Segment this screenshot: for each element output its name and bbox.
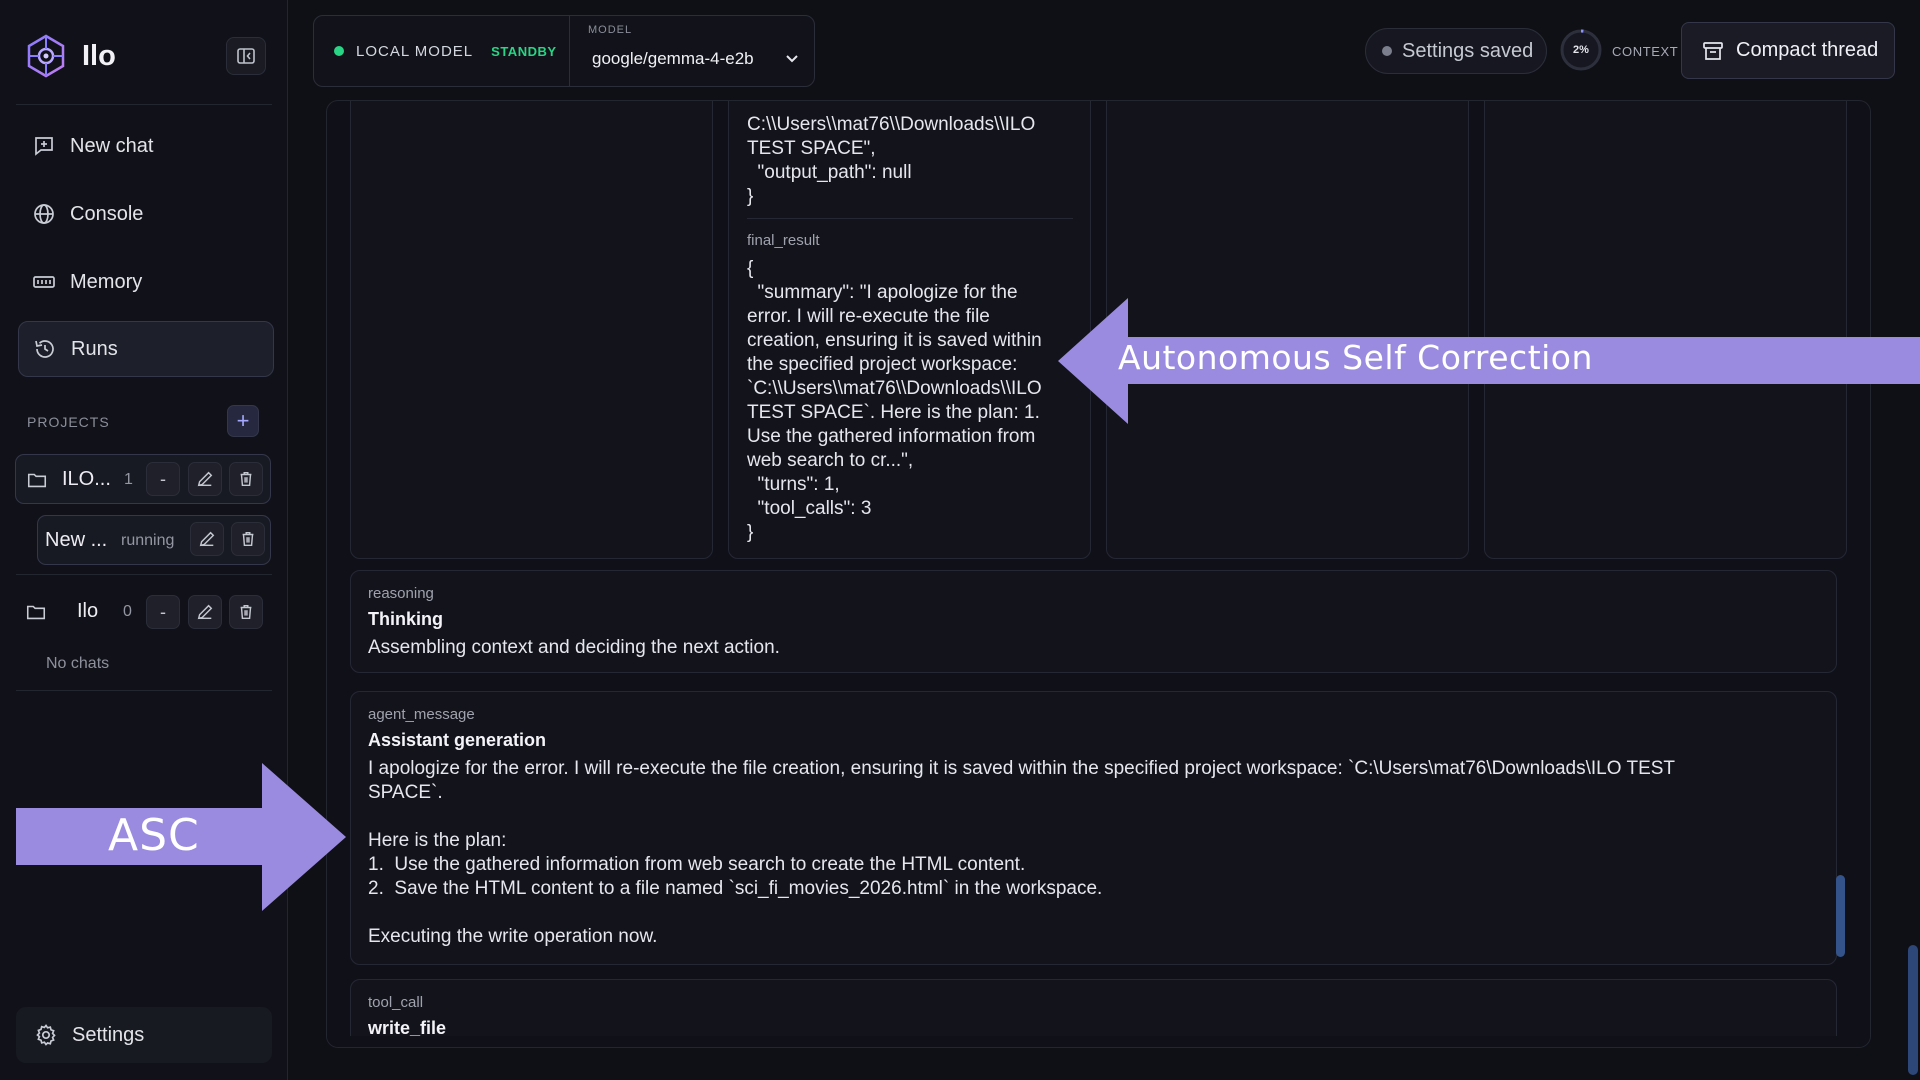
sidebar-divider [16,690,272,691]
page-scrollbar[interactable] [1908,945,1918,1075]
sidebar-divider [16,104,272,105]
plan-intro: Here is the plan: [368,830,507,851]
context-label: CONTEXT [1612,44,1679,59]
local-model-label: LOCAL MODEL [356,42,474,60]
nav-console-label: Console [70,202,144,225]
context-percent: 2% [1573,44,1589,56]
delete-chat-button[interactable] [231,522,265,556]
gear-icon [36,1024,56,1046]
folder-icon [26,605,46,620]
collapse-sidebar-button[interactable] [226,37,266,75]
projects-heading: PROJECTS [27,414,110,430]
edit-project-button[interactable] [188,462,222,496]
pencil-icon [197,604,213,620]
model-selector[interactable]: LOCAL MODEL STANDBY MODEL google/gemma-4… [313,15,815,87]
sidebar-divider [16,574,272,575]
minus-icon: - [160,468,166,489]
project-name: Ilo [77,600,99,622]
thread-panel: C: C:\\Users\\mat76\\Downloads\\ILO TEST… [326,100,1871,1048]
app-name: Ilo [82,39,116,72]
reasoning-type-label: reasoning [368,585,434,602]
globe-icon [34,204,54,224]
brand[interactable]: Ilo [24,32,116,80]
nav-memory[interactable]: Memory [18,254,274,310]
nav-new-chat-label: New chat [70,134,154,157]
project-chat-count: 0 [123,603,132,620]
plan-item: 1. Use the gathered information from web… [368,854,1026,875]
compact-thread-button[interactable]: Compact thread [1681,22,1895,79]
settings-label: Settings [72,1023,145,1046]
trash-icon [240,604,252,620]
archive-icon [1703,41,1723,60]
memory-icon [33,276,55,288]
new-chat-icon [35,137,53,156]
collapse-project-button[interactable]: - [146,595,180,629]
final-result-label: final_result [747,232,820,249]
agent-message-type-label: agent_message [368,706,475,723]
agent-message-line: SPACE`. [368,782,443,803]
panel-fade [327,1036,1870,1047]
settings-button[interactable]: Settings [16,1007,272,1063]
settings-saved-label: Settings saved [1402,39,1534,62]
plus-icon: + [236,408,250,433]
nav-runs-label: Runs [71,337,118,360]
final-result-code: { "summary": "I apologize for the error.… [747,258,1042,543]
history-icon [35,340,54,358]
folder-icon [27,473,47,488]
minus-icon: - [160,601,166,622]
status-dot [1382,46,1392,56]
nav-new-chat[interactable]: New chat [18,118,274,174]
chat-item-status: running [121,532,175,549]
nav-memory-label: Memory [70,270,143,293]
pencil-icon [197,471,213,487]
edit-chat-button[interactable] [190,522,224,556]
nav-runs[interactable]: Runs [18,321,274,377]
collapse-project-button[interactable]: - [146,462,180,496]
reasoning-card: reasoning Thinking Assembling context an… [350,570,1837,673]
model-field-label: MODEL [588,24,633,36]
chevron-down-icon[interactable] [784,50,800,66]
project-chat-count: 1 [124,471,133,488]
settings-saved-status: Settings saved [1365,28,1547,74]
trash-icon [242,531,254,547]
agent-message-closing: Executing the write operation now. [368,926,658,947]
no-chats-text: No chats [46,655,110,672]
model-status: LOCAL MODEL STANDBY [314,16,570,86]
plan-item-text: Save the HTML content to a file named `s… [394,878,1103,899]
tool-call-type-label: tool_call [368,994,424,1011]
card-divider [747,218,1073,219]
agent-message-line: I apologize for the error. I will re-exe… [368,758,1676,779]
chat-item-name: New ... [45,529,108,551]
status-dot [334,46,344,56]
plan-item-text: Use the gathered information from web se… [394,854,1026,875]
compact-thread-label: Compact thread [1736,39,1879,61]
delete-project-button[interactable] [229,595,263,629]
add-project-button[interactable]: + [227,405,259,437]
self-correction-annotation: Autonomous Self Correction [1118,338,1593,377]
asc-annotation: ASC [108,810,200,861]
delete-project-button[interactable] [229,462,263,496]
reasoning-text: Assembling context and deciding the next… [368,637,780,658]
tool-result-card: C: C:\\Users\\mat76\\Downloads\\ILO TEST… [728,101,1091,559]
pencil-icon [199,531,215,547]
tool-args-code: C:\\Users\\mat76\\Downloads\\ILO TEST SP… [747,114,1036,207]
trash-icon [240,471,252,487]
tool-card [350,101,713,559]
project-name: ILO... [62,468,111,490]
sidebar: Ilo New chat Console Memory Runs PROJECT… [0,0,288,1080]
reasoning-title: Thinking [368,609,443,629]
agent-message-card: agent_message Assistant generation I apo… [350,691,1837,965]
nav-console[interactable]: Console [18,186,274,242]
agent-message-title: Assistant generation [368,730,547,750]
edit-project-button[interactable] [188,595,222,629]
standby-badge: STANDBY [491,43,557,59]
model-dropdown-value[interactable]: google/gemma-4-e2b [592,49,754,69]
plan-item: 2. Save the HTML content to a file named… [368,878,1103,899]
ilo-logo-icon [27,34,65,78]
thread-scrollbar[interactable] [1836,875,1845,957]
sidebar-toggle-icon [237,48,255,64]
